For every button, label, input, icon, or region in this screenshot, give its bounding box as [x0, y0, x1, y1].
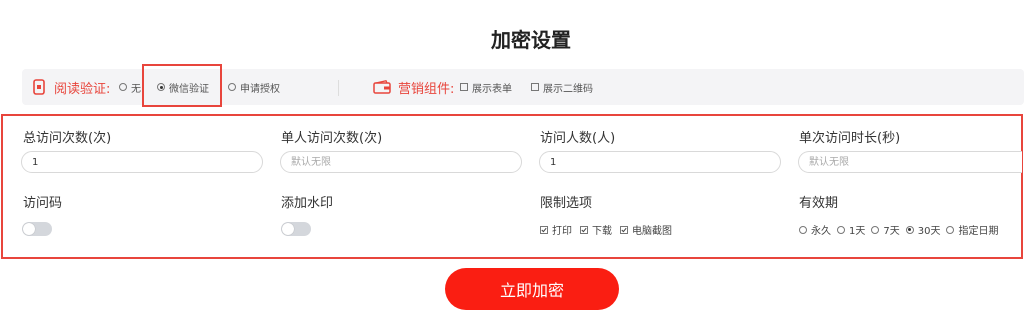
- access-code-toggle[interactable]: [22, 222, 52, 236]
- read-option-label: 申请授权: [240, 83, 280, 95]
- visitor-count-label: 访问人数(人): [540, 131, 616, 146]
- marketing-option-qrcode[interactable]: 展示二维码: [531, 69, 593, 105]
- checkbox-icon: [460, 83, 468, 91]
- validity-option-label: 30天: [917, 226, 941, 237]
- toggle-knob: [282, 223, 294, 235]
- phone-lock-icon: [33, 79, 45, 95]
- restrict-options: 打印 下载 电脑截图: [540, 222, 672, 237]
- checkbox-icon: [531, 83, 539, 91]
- validity-option-custom-date[interactable]: 指定日期: [946, 222, 998, 237]
- visitor-count-input[interactable]: [539, 151, 781, 173]
- page-title: 加密设置: [491, 28, 571, 52]
- total-visits-label: 总访问次数(次): [23, 131, 112, 146]
- wechat-highlight-box: [142, 64, 222, 107]
- read-option-apply[interactable]: 申请授权: [228, 69, 280, 105]
- duration-input[interactable]: [798, 151, 1022, 173]
- radio-icon: [946, 225, 955, 234]
- watermark-toggle[interactable]: [281, 222, 311, 236]
- read-option-none[interactable]: 无: [119, 69, 141, 105]
- validity-option-7days[interactable]: 7天: [871, 222, 900, 237]
- marketing-group: 营销组件:: [373, 69, 454, 105]
- encrypt-now-button[interactable]: 立即加密: [445, 268, 619, 310]
- restrict-option-screenshot[interactable]: 电脑截图: [620, 222, 672, 237]
- restrict-option-label: 下载: [592, 226, 612, 237]
- restrict-option-print[interactable]: 打印: [540, 222, 572, 237]
- checkbox-checked-icon: [580, 225, 588, 234]
- checkbox-checked-icon: [540, 225, 548, 234]
- restrict-option-label: 打印: [552, 226, 572, 237]
- restrict-option-label: 电脑截图: [632, 226, 672, 237]
- marketing-label: 营销组件:: [398, 81, 455, 97]
- radio-icon: [871, 225, 880, 234]
- radio-selected-icon: [905, 225, 914, 234]
- radio-icon: [799, 225, 807, 234]
- checkbox-checked-icon: [620, 225, 628, 234]
- read-option-label: 无: [131, 83, 141, 95]
- radio-icon: [837, 225, 845, 234]
- per-user-visits-label: 单人访问次数(次): [281, 131, 383, 146]
- read-verify-group: 阅读验证:: [32, 69, 110, 105]
- restrict-option-download[interactable]: 下载: [580, 222, 612, 237]
- validity-option-forever[interactable]: 永久: [799, 222, 831, 237]
- validity-options: 永久 1天 7天 30天 指定日期: [799, 222, 998, 237]
- toolbar-divider: [338, 80, 339, 96]
- restrict-label: 限制选项: [540, 196, 593, 211]
- marketing-option-form[interactable]: 展示表单: [460, 69, 512, 105]
- toggle-knob: [23, 223, 35, 235]
- access-code-label: 访问码: [23, 196, 63, 211]
- total-visits-input[interactable]: [21, 151, 263, 173]
- validity-option-30days[interactable]: 30天: [905, 222, 941, 237]
- validity-label: 有效期: [799, 196, 839, 211]
- wallet-icon: [373, 80, 391, 94]
- watermark-label: 添加水印: [281, 196, 334, 211]
- duration-label: 单次访问时长(秒): [799, 131, 901, 146]
- marketing-option-label: 展示二维码: [543, 83, 593, 95]
- validity-option-label: 指定日期: [958, 226, 999, 237]
- radio-icon: [228, 83, 236, 91]
- marketing-option-label: 展示表单: [472, 83, 512, 95]
- validity-option-label: 1天: [849, 226, 866, 237]
- validity-option-label: 永久: [811, 226, 831, 237]
- validity-option-label: 7天: [883, 226, 900, 237]
- radio-icon: [119, 83, 127, 91]
- validity-option-1day[interactable]: 1天: [837, 222, 865, 237]
- read-verify-label: 阅读验证:: [54, 81, 111, 97]
- per-user-visits-input[interactable]: [280, 151, 522, 173]
